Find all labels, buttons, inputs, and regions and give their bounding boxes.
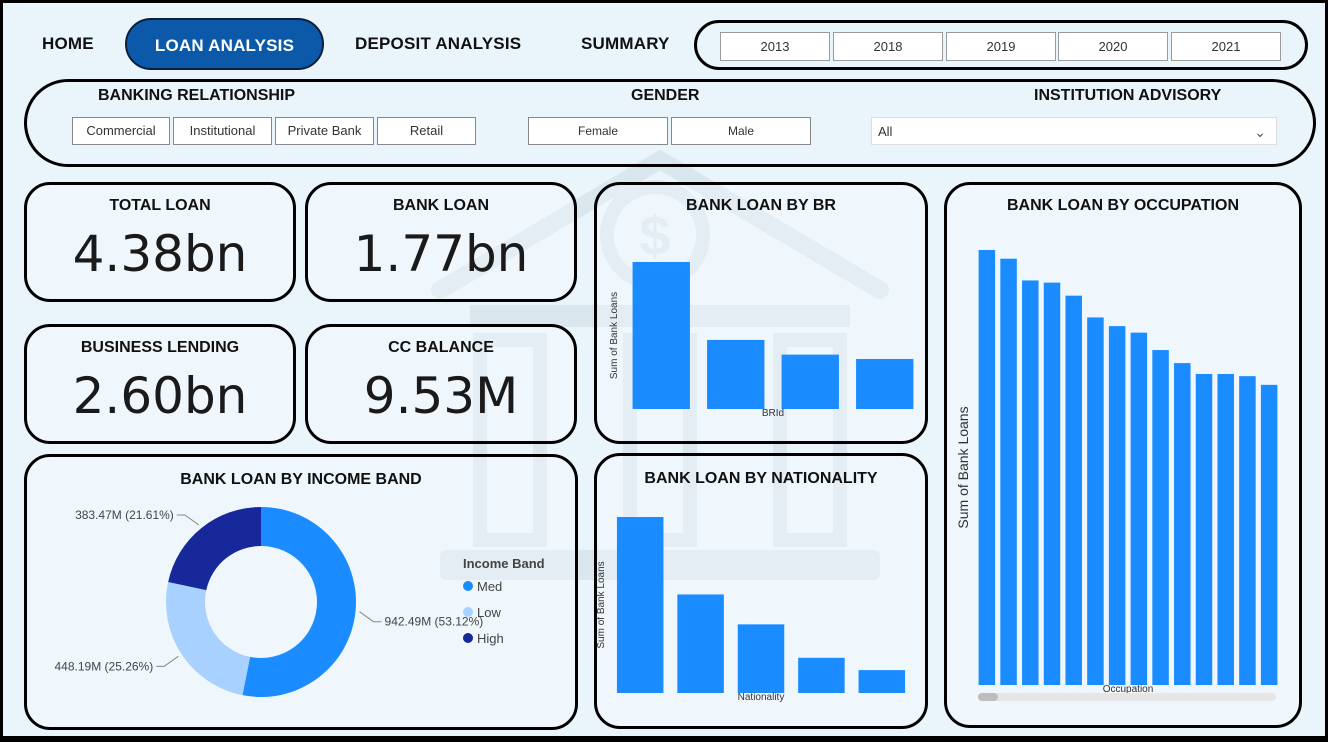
bar[interactable] (677, 594, 724, 693)
kpi-label: BUSINESS LENDING (80, 339, 240, 356)
leader-line (176, 514, 200, 526)
bar[interactable] (856, 359, 914, 409)
bar[interactable] (1260, 384, 1278, 685)
bar[interactable] (1087, 317, 1104, 685)
kpi-bank-loan-card: BANK LOAN 1.77bn (305, 182, 577, 302)
x-axis-label: BRId (762, 408, 784, 419)
chip-retail[interactable]: Retail (377, 117, 476, 145)
year-2020-button[interactable]: 2020 (1058, 32, 1168, 61)
nav-home[interactable]: HOME (42, 18, 94, 70)
chip-male[interactable]: Male (671, 117, 811, 145)
data-label: 448.19M (25.26%) (55, 659, 154, 673)
bar[interactable] (616, 517, 664, 693)
year-2021-button[interactable]: 2021 (1171, 32, 1281, 61)
leader-line (359, 611, 382, 623)
bar[interactable] (1022, 280, 1039, 685)
bar[interactable] (1217, 373, 1234, 685)
year-2013-button[interactable]: 2013 (720, 32, 830, 61)
kpi-label: TOTAL LOAN (109, 197, 211, 214)
bar[interactable] (1195, 373, 1213, 685)
x-axis-label: Nationality (738, 692, 785, 703)
dropdown-value: All (878, 124, 893, 139)
scrollbar-thumb[interactable] (978, 693, 998, 701)
nav-summary[interactable]: SUMMARY (581, 18, 670, 70)
kpi-label: CC BALANCE (388, 339, 494, 356)
legend-marker (463, 607, 473, 617)
legend-item[interactable]: Low (477, 605, 501, 620)
leader-line (156, 655, 179, 667)
chart-bank-loan-by-nationality: Nationality Sum of Bank Loans (596, 517, 906, 703)
kpi-business-lending-card: BUSINESS LENDING 2.60bn (24, 324, 296, 444)
legend-marker (463, 581, 473, 591)
year-2018-button[interactable]: 2018 (833, 32, 943, 61)
frame-bottom-edge (0, 736, 1328, 742)
kpi-cc-balance-card: CC BALANCE 9.53M (305, 324, 577, 444)
legend-marker (463, 633, 473, 643)
chart-bank-loan-by-occupation: OccupationSum of Bank Loans (955, 250, 1278, 701)
bar[interactable] (1152, 350, 1169, 685)
kpi-value: 1.77bn (353, 225, 529, 283)
bar[interactable] (781, 354, 839, 409)
bar[interactable] (632, 262, 690, 409)
institution-advisory-title: INSTITUTION ADVISORY (1034, 87, 1222, 104)
gender-title: GENDER (631, 87, 700, 104)
bar[interactable] (1065, 295, 1082, 685)
banking-relationship-title: BANKING RELATIONSHIP (98, 87, 296, 104)
bar[interactable] (707, 339, 765, 409)
chip-private-bank[interactable]: Private Bank (275, 117, 374, 145)
chip-institutional[interactable]: Institutional (173, 117, 272, 145)
institution-advisory-dropdown[interactable]: All ⌄ (871, 117, 1277, 145)
donut-slice-high[interactable] (168, 507, 261, 591)
legend-title: Income Band (463, 556, 545, 571)
bar[interactable] (978, 250, 996, 685)
kpi-total-loan-card: TOTAL LOAN 4.38bn (24, 182, 296, 302)
year-2019-button[interactable]: 2019 (946, 32, 1056, 61)
nav-loan-analysis[interactable]: LOAN ANALYSIS (125, 18, 324, 70)
bar[interactable] (1130, 332, 1148, 685)
bar[interactable] (737, 624, 785, 693)
chip-commercial[interactable]: Commercial (72, 117, 170, 145)
donut-slice-low[interactable] (166, 581, 251, 696)
bar[interactable] (858, 670, 906, 693)
bar[interactable] (1108, 326, 1126, 685)
kpi-value: 9.53M (363, 367, 519, 425)
kpi-label: BANK LOAN (393, 197, 489, 214)
bar[interactable] (1174, 363, 1191, 685)
legend-item[interactable]: High (477, 631, 504, 646)
kpi-value: 4.38bn (72, 225, 248, 283)
chevron-down-icon: ⌄ (1254, 124, 1266, 140)
kpi-value: 2.60bn (72, 367, 248, 425)
bar[interactable] (1000, 258, 1017, 685)
chart-bank-loan-by-br: BRId Sum of Bank Loans (609, 262, 914, 419)
bar[interactable] (1239, 376, 1256, 685)
y-axis-label: Sum of Bank Loans (609, 292, 620, 379)
nav-deposit-analysis[interactable]: DEPOSIT ANALYSIS (355, 18, 521, 70)
chip-female[interactable]: Female (528, 117, 668, 145)
data-label: 383.47M (21.61%) (75, 508, 174, 522)
legend-item[interactable]: Med (477, 579, 502, 594)
bar[interactable] (1043, 282, 1061, 685)
horizontal-scrollbar[interactable] (978, 693, 1276, 701)
bar[interactable] (798, 657, 845, 693)
y-axis-label: Sum of Bank Loans (596, 561, 607, 648)
chart-bank-loan-by-income-band: 942.49M (53.12%)448.19M (25.26%)383.47M … (55, 507, 545, 697)
y-axis-label: Sum of Bank Loans (955, 406, 971, 528)
